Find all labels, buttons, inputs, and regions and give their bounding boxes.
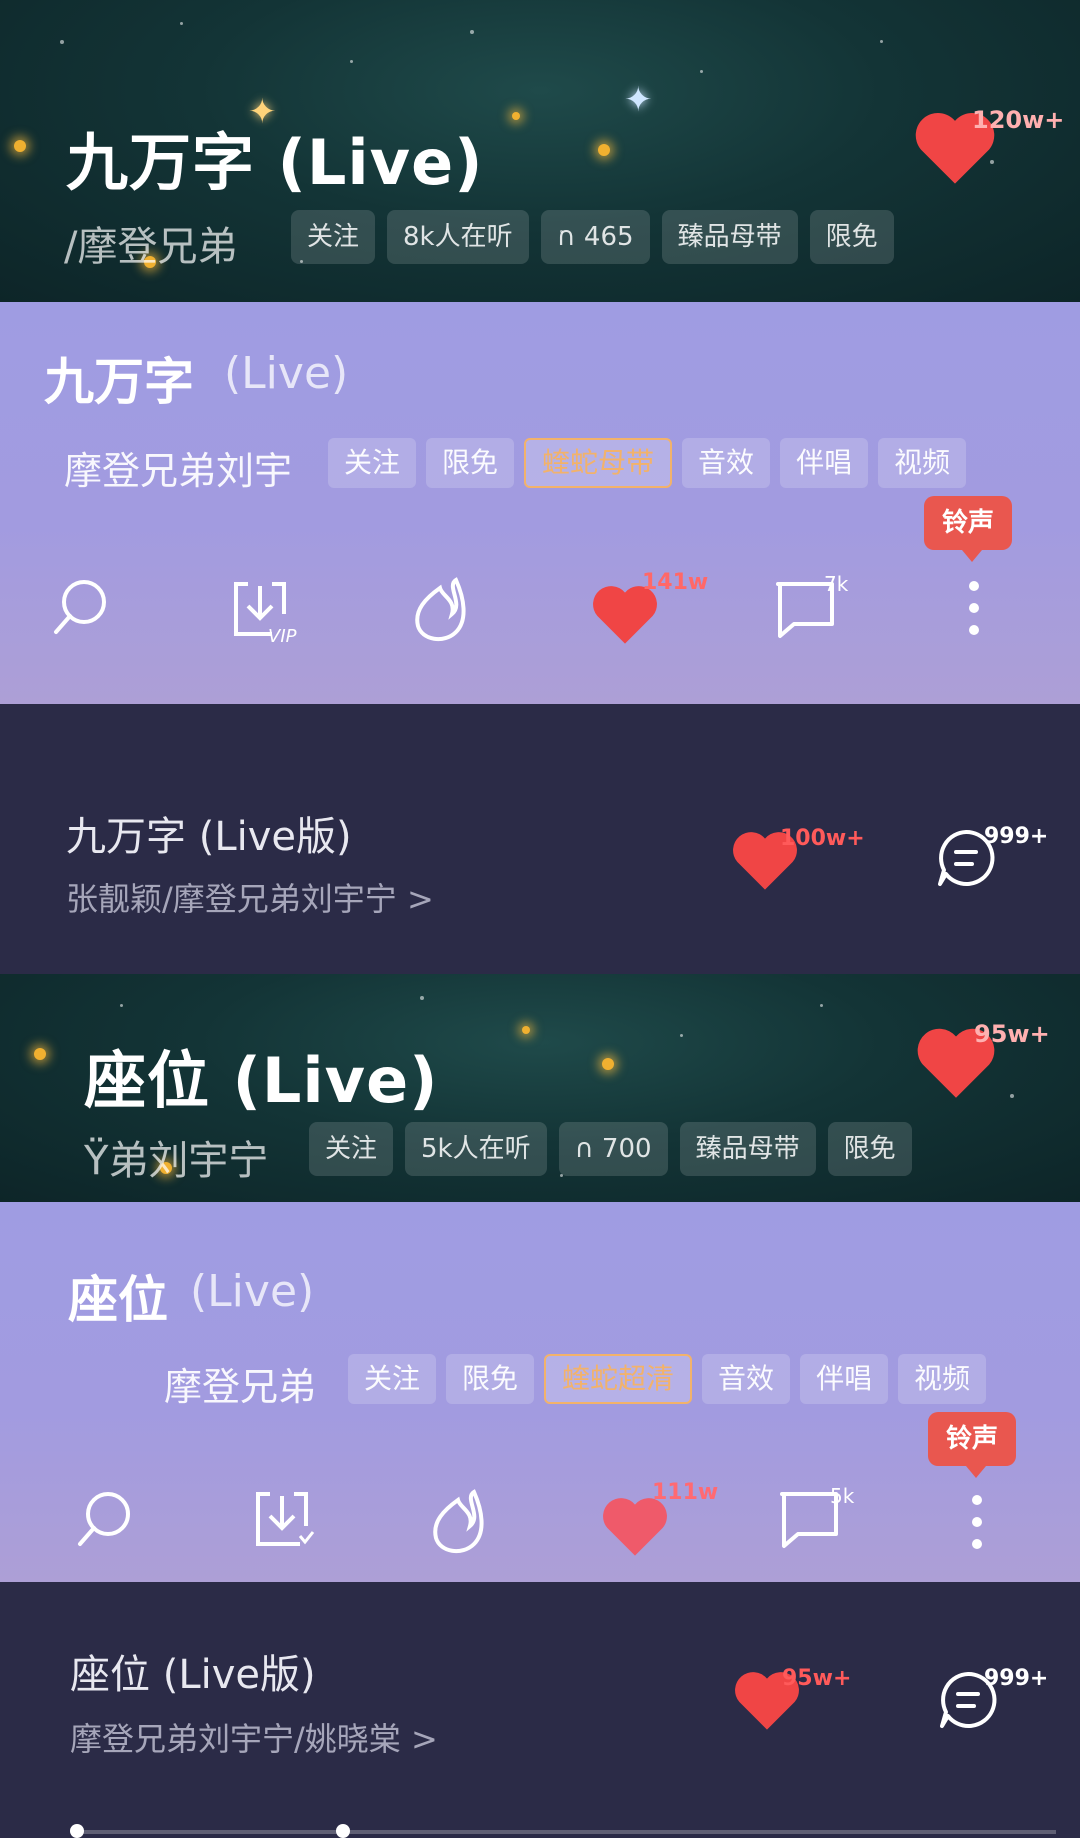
player-panel-2: 座位 (Live) 摩登兄弟 关注 限免 蝰蛇超清 音效 伴唱 视频 铃声 11… [0,1202,1080,1582]
artist-line[interactable]: 摩登兄弟刘宇宁/姚晓棠 > [70,1714,438,1760]
free-chip[interactable]: 限免 [827,1122,912,1176]
download-icon[interactable] [250,1486,316,1552]
headphone-count-chip[interactable]: ∩ 700 [558,1122,668,1176]
sound-effect-chip[interactable]: 音效 [682,438,771,488]
video-chip[interactable]: 视频 [898,1354,987,1404]
comment-count: 5k [830,1484,855,1508]
artist-line[interactable]: 张靓颖/摩登兄弟刘宇宁 > [66,874,434,920]
free-chip[interactable]: 限免 [426,438,515,488]
viper-master-chip[interactable]: 蝰蛇母带 [524,438,673,488]
search-icon[interactable] [72,1488,136,1552]
headphone-icon: ∩ [556,222,576,252]
artist-name[interactable]: Ϋ弟刘宇宁 [84,1128,268,1186]
like-count: 111w [652,1480,719,1505]
more-icon[interactable] [965,1492,989,1552]
song-version: (Live) [190,1266,315,1317]
song-title: 座位 (Live) [84,1044,439,1117]
song-title: 九万字 (Live) [66,126,484,199]
song-title: 九万字 [44,353,194,411]
follow-chip[interactable]: 关注 [291,210,376,264]
artist-name[interactable]: 摩登兄弟刘宇 [64,440,292,495]
now-playing-header-1: ✦ ✦ 九万字 (Live) /摩登兄弟 关注 8k人在听 ∩ 465 臻品母带… [0,0,1080,302]
song-list-row-1[interactable]: 九万字 (Live版) 张靓颖/摩登兄弟刘宇宁 > 100w+ 999+ [0,704,1080,974]
ringtone-badge[interactable]: 铃声 [928,1412,1017,1478]
search-icon[interactable] [48,576,112,640]
viper-hd-chip[interactable]: 蝰蛇超清 [544,1354,693,1404]
download-vip-icon[interactable]: VIP [228,574,300,646]
ringtone-badge[interactable]: 铃声 [924,496,1013,562]
accompaniment-chip[interactable]: 伴唱 [780,438,869,488]
video-chip[interactable]: 视频 [878,438,967,488]
comment-count: 999+ [984,1666,1049,1691]
comment-count: 7k [824,572,849,596]
listeners-chip: 5k人在听 [405,1122,547,1176]
artist-name[interactable]: 摩登兄弟 [164,1356,316,1411]
now-playing-header-2: 座位 (Live) Ϋ弟刘宇宁 关注 5k人在听 ∩ 700 臻品母带 限免 9… [0,974,1080,1202]
artist-name[interactable]: /摩登兄弟 [64,214,237,272]
free-chip[interactable]: 限免 [446,1354,535,1404]
master-quality-chip[interactable]: 臻品母带 [679,1122,816,1176]
flame-icon[interactable] [424,1486,492,1556]
song-title: 九万字 (Live版) [66,814,352,860]
headphone-icon: ∩ [574,1134,594,1164]
like-count: 95w+ [974,1020,1050,1048]
song-list-row-2[interactable]: 座位 (Live版) 摩登兄弟刘宇宁/姚晓棠 > 95w+ 999+ [0,1582,1080,1838]
listeners-chip: 8k人在听 [387,210,529,264]
headphone-count-chip[interactable]: ∩ 465 [540,210,650,264]
like-count: 100w+ [780,826,865,851]
flame-icon[interactable] [406,574,474,644]
player-panel-1: 九万字 (Live) 摩登兄弟刘宇 关注 限免 蝰蛇母带 音效 伴唱 视频 铃声… [0,302,1080,704]
free-chip[interactable]: 限免 [809,210,894,264]
follow-chip[interactable]: 关注 [309,1122,394,1176]
sound-effect-chip[interactable]: 音效 [702,1354,791,1404]
song-version: (Live) [224,348,349,399]
like-count: 120w+ [972,106,1065,134]
master-quality-chip[interactable]: 臻品母带 [661,210,798,264]
like-count: 95w+ [782,1666,852,1691]
comment-count: 999+ [984,824,1049,849]
follow-chip[interactable]: 关注 [348,1354,437,1404]
svg-text:VIP: VIP [268,626,297,646]
song-title: 座位 [68,1271,168,1329]
progress-handle[interactable] [336,1824,350,1838]
song-title: 座位 (Live版) [70,1652,316,1698]
like-count: 141w [642,570,709,595]
progress-handle-start[interactable] [70,1824,84,1838]
more-icon[interactable] [962,578,986,638]
follow-chip[interactable]: 关注 [328,438,417,488]
progress-track[interactable] [76,1830,1056,1834]
accompaniment-chip[interactable]: 伴唱 [800,1354,889,1404]
